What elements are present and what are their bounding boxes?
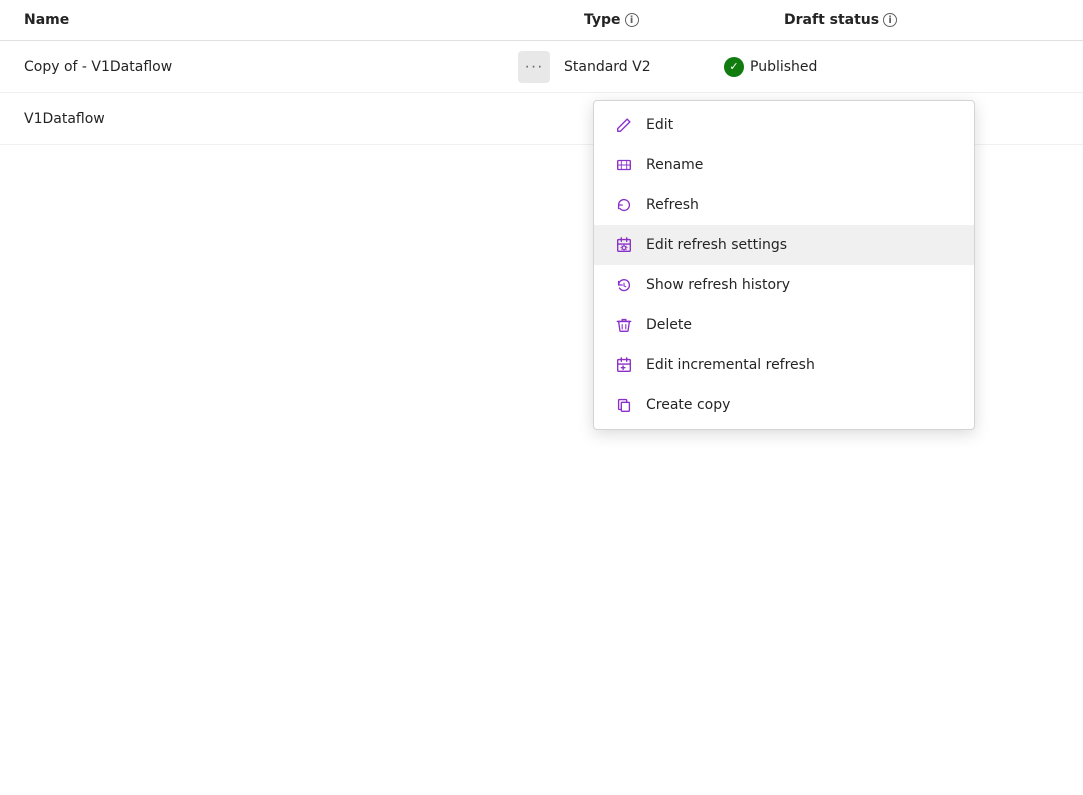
row1-type-text: Standard V2 (564, 59, 651, 75)
menu-item-create-copy[interactable]: Create copy (594, 385, 974, 425)
context-menu: Edit Rename Refresh Edit refresh settings Sh… (593, 100, 975, 430)
menu-item-edit-incremental-refresh[interactable]: Edit incremental refresh (594, 345, 974, 385)
menu-item-rename[interactable]: Rename (594, 145, 974, 185)
trash-icon (614, 315, 634, 335)
draft-info-icon: i (883, 13, 897, 27)
rename-icon (614, 155, 634, 175)
header-draft-label: Draft status (784, 12, 879, 28)
more-options-button[interactable]: ··· (518, 51, 550, 83)
row1-status: ✓ Published (724, 57, 1059, 77)
row1-name: Copy of - V1Dataflow (24, 59, 504, 75)
menu-label-rename: Rename (646, 157, 703, 173)
menu-label-edit: Edit (646, 117, 673, 133)
menu-label-create-copy: Create copy (646, 397, 730, 413)
header-type-label: Type (584, 12, 621, 28)
header-name: Name (24, 12, 584, 28)
menu-item-show-refresh-history[interactable]: Show refresh history (594, 265, 974, 305)
header-type: Type i (584, 12, 784, 28)
menu-item-refresh[interactable]: Refresh (594, 185, 974, 225)
table-header: Name Type i Draft status i (0, 0, 1083, 41)
menu-label-edit-incremental-refresh: Edit incremental refresh (646, 357, 815, 373)
menu-label-delete: Delete (646, 317, 692, 333)
type-info-icon: i (625, 13, 639, 27)
copy-icon (614, 395, 634, 415)
calendar-settings-icon (614, 235, 634, 255)
refresh-icon (614, 195, 634, 215)
menu-label-show-refresh-history: Show refresh history (646, 277, 790, 293)
header-name-label: Name (24, 12, 69, 28)
row2-name-text: V1Dataflow (24, 111, 105, 127)
row1-actions: ··· (504, 51, 564, 83)
status-check-icon: ✓ (724, 57, 744, 77)
table-row: Copy of - V1Dataflow ··· Standard V2 ✓ P… (0, 41, 1083, 93)
menu-item-edit[interactable]: Edit (594, 105, 974, 145)
pencil-icon (614, 115, 634, 135)
header-draft: Draft status i (784, 12, 1059, 28)
row1-name-text: Copy of - V1Dataflow (24, 59, 172, 75)
menu-label-edit-refresh-settings: Edit refresh settings (646, 237, 787, 253)
menu-item-delete[interactable]: Delete (594, 305, 974, 345)
calendar-incremental-icon (614, 355, 634, 375)
row2-name: V1Dataflow (24, 111, 504, 127)
row1-type: Standard V2 (564, 59, 724, 75)
row1-status-text: Published (750, 59, 817, 75)
history-icon (614, 275, 634, 295)
menu-item-edit-refresh-settings[interactable]: Edit refresh settings (594, 225, 974, 265)
menu-label-refresh: Refresh (646, 197, 699, 213)
